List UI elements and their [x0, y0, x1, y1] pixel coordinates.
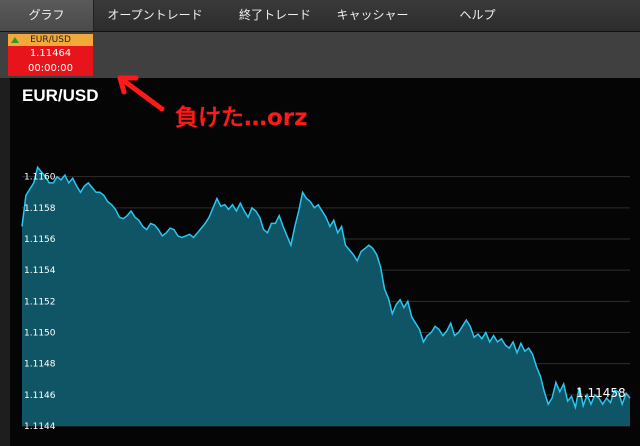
y-tick-label: 1.1150: [24, 329, 56, 339]
arrow-pointing-up-left-icon: [117, 75, 165, 112]
last-price-label: 1.11458: [576, 386, 626, 400]
y-tick-label: 1.1144: [24, 422, 56, 432]
chart-title: EUR/USD: [22, 86, 99, 105]
annotation-text: 負けた…orz: [175, 105, 308, 131]
y-axis-ticks: 1.1160 1.1158 1.1156 1.1154 1.1152 1.1150 1.11…: [24, 173, 56, 432]
y-tick-label: 1.1160: [24, 173, 56, 183]
y-tick-label: 1.1152: [24, 297, 56, 307]
y-tick-label: 1.1156: [24, 235, 56, 245]
y-tick-label: 1.1146: [24, 391, 56, 401]
y-tick-label: 1.1148: [24, 360, 56, 370]
y-tick-label: 1.1158: [24, 204, 56, 214]
price-chart: 1.1160 1.1158 1.1156 1.1154 1.1152 1.1150 1.11…: [21, 75, 631, 432]
y-tick-label: 1.1154: [24, 266, 56, 276]
